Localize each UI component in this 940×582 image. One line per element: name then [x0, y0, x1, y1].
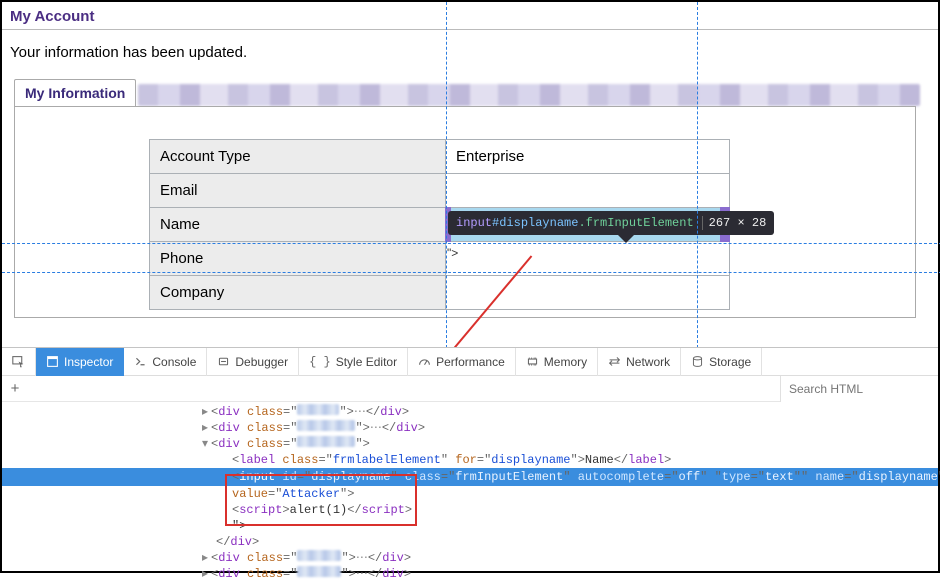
tooltip-class: .frmInputElement: [578, 216, 693, 230]
devtools-toolbar: Inspector Console Debugger { } Style Edi…: [2, 348, 938, 376]
devtools-tab-label: Memory: [544, 355, 587, 369]
devtools-tab-label: Debugger: [235, 355, 288, 369]
value-account-type: Enterprise: [446, 140, 730, 174]
devtools-tab-label: Style Editor: [336, 355, 397, 369]
devtools-tab-style-editor[interactable]: { } Style Editor: [299, 348, 408, 376]
devtools-panel: Inspector Console Debugger { } Style Edi…: [2, 347, 938, 571]
flash-message: Your information has been updated.: [2, 30, 938, 79]
devtools-tab-label: Storage: [709, 355, 751, 369]
inspector-tooltip: input#displayname.frmInputElement 267 × …: [448, 211, 774, 235]
row-account-type: Account Type Enterprise: [150, 140, 730, 174]
row-phone: Phone: [150, 242, 730, 276]
tabs-blurred: [138, 84, 920, 106]
devtools-tab-console[interactable]: Console: [124, 348, 207, 376]
annotation-red-box: [225, 474, 417, 526]
label-phone: Phone: [150, 242, 446, 276]
devtools-tab-memory[interactable]: Memory: [516, 348, 598, 376]
tooltip-dims: 267 × 28: [702, 216, 767, 230]
devtools-tab-performance[interactable]: Performance: [408, 348, 516, 376]
label-name: Name: [150, 208, 446, 242]
label-company: Company: [150, 276, 446, 310]
storage-icon: [691, 355, 704, 368]
tab-my-information[interactable]: My Information: [14, 79, 136, 106]
stray-injection-chars: ">: [447, 246, 458, 260]
pick-element-icon: [12, 355, 25, 368]
inspector-icon: [46, 355, 59, 368]
tooltip-tag: input: [456, 216, 492, 230]
page-title: My Account: [2, 2, 938, 30]
value-phone[interactable]: [446, 242, 730, 276]
devtools-tab-label: Console: [152, 355, 196, 369]
dom-tree[interactable]: <div class="">⋯</div> <div class="">⋯</d…: [2, 402, 938, 582]
guide-horizontal-top: [2, 243, 940, 244]
label-email: Email: [150, 174, 446, 208]
devtools-tab-network[interactable]: Network: [598, 348, 681, 376]
value-email[interactable]: [446, 174, 730, 208]
devtools-tab-debugger[interactable]: Debugger: [207, 348, 299, 376]
row-company: Company: [150, 276, 730, 310]
dom-selected-input[interactable]: <input id="displayname" class="frmInputE…: [2, 468, 938, 486]
devtools-tab-label: Performance: [436, 355, 505, 369]
devtools-tab-label: Network: [626, 355, 670, 369]
devtools-tab-inspector[interactable]: Inspector: [36, 348, 124, 376]
label-account-type: Account Type: [150, 140, 446, 174]
network-icon: [608, 355, 621, 368]
devtools-tab-storage[interactable]: Storage: [681, 348, 762, 376]
guide-horizontal-bottom: [2, 272, 940, 273]
devtools-tab-label: Inspector: [64, 355, 113, 369]
dom-stray-chars: ">: [2, 518, 938, 534]
memory-icon: [526, 355, 539, 368]
performance-icon: [418, 355, 431, 368]
debugger-icon: [217, 355, 230, 368]
tooltip-id: #displayname: [492, 216, 578, 230]
devtools-search-html[interactable]: [780, 376, 938, 402]
console-icon: [134, 355, 147, 368]
guide-vertical-left: [446, 2, 447, 348]
devtools-pick-element[interactable]: [2, 348, 36, 376]
devtools-add-tab[interactable]: +: [2, 380, 28, 397]
row-email: Email: [150, 174, 730, 208]
guide-vertical-right: [697, 2, 698, 348]
